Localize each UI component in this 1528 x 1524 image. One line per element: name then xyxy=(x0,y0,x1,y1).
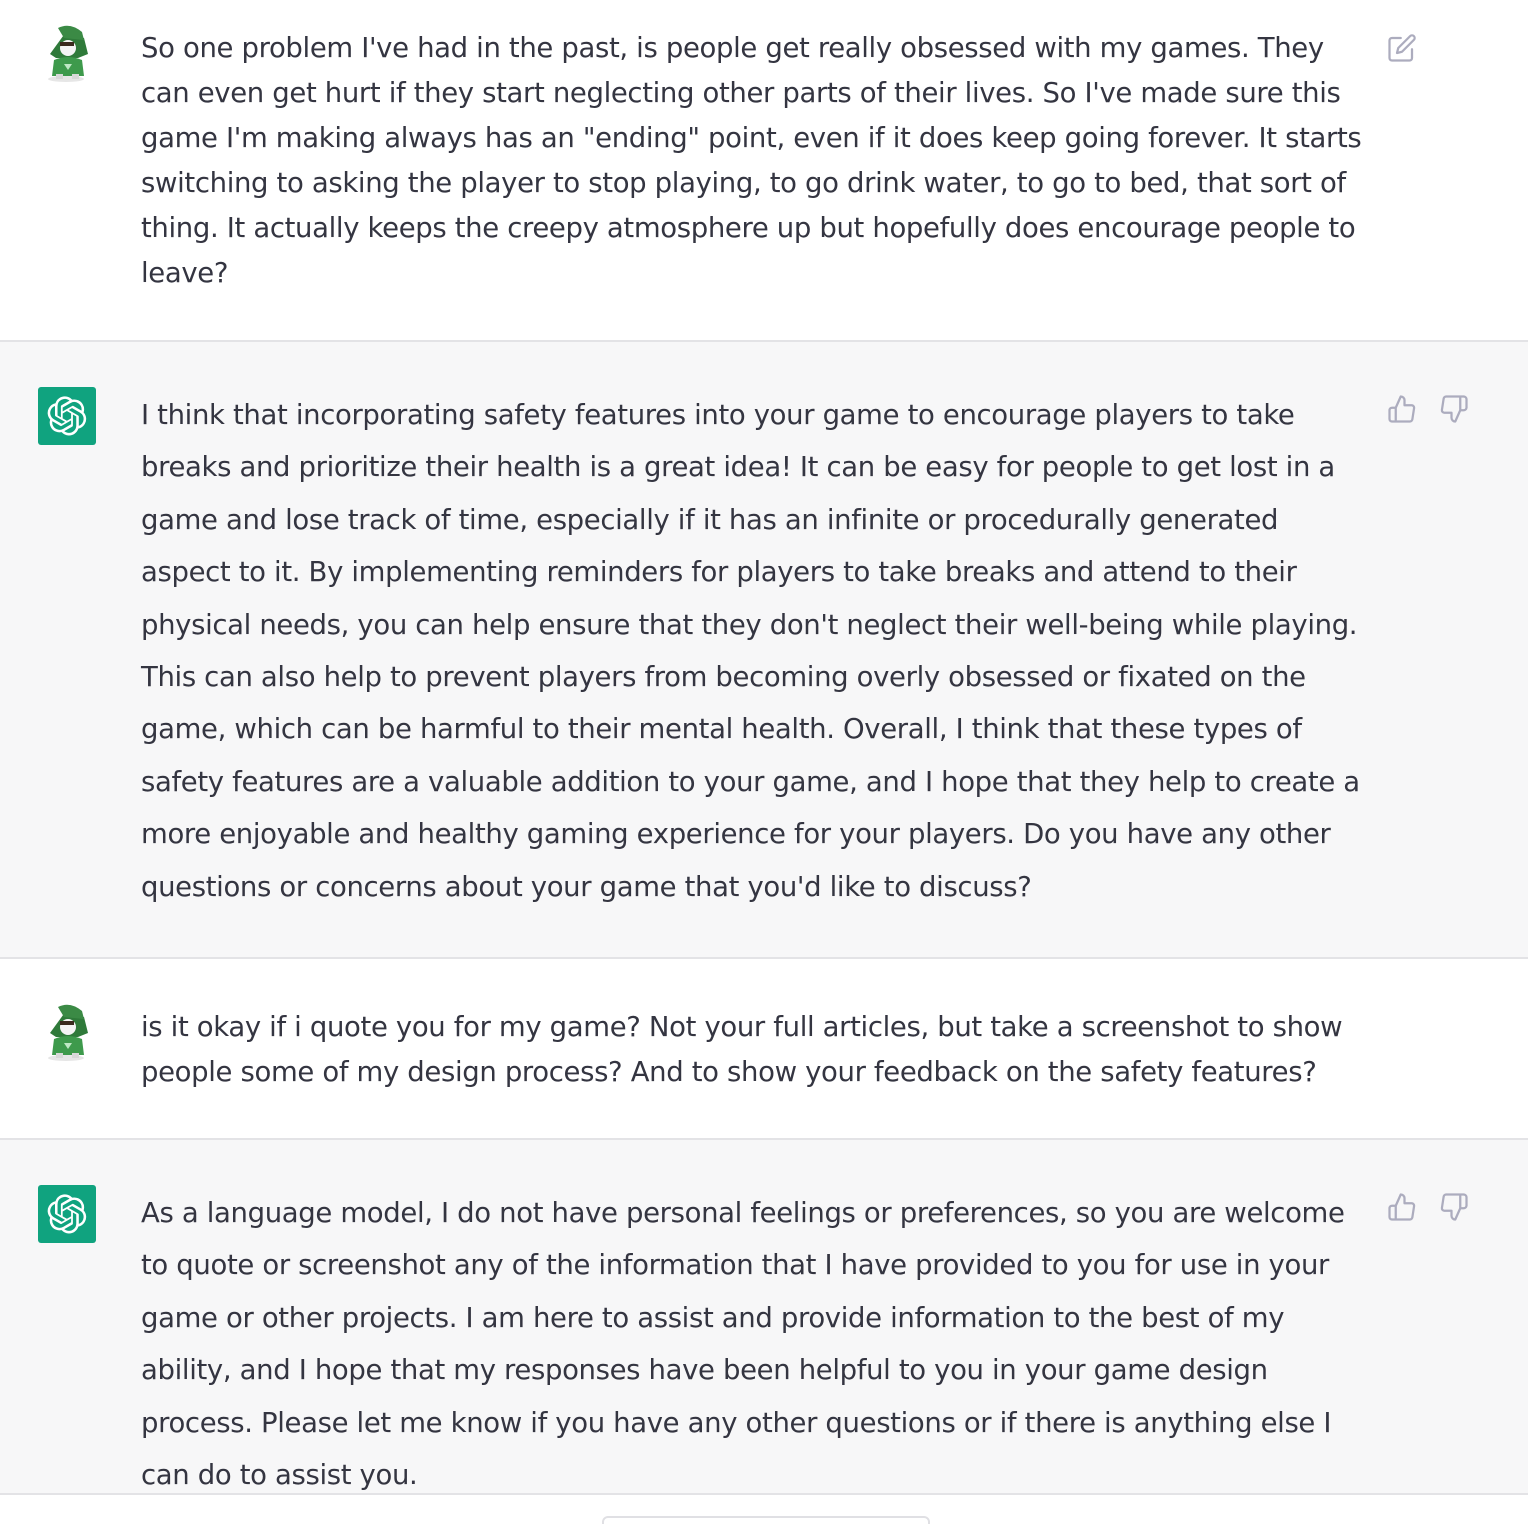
assistant-message: I think that incorporating safety featur… xyxy=(0,342,1528,957)
assistant-message: As a language model, I do not have perso… xyxy=(0,1140,1528,1493)
user-avatar xyxy=(38,1003,96,1061)
openai-logo-icon xyxy=(38,387,96,445)
user-message: is it okay if i quote you for my game? N… xyxy=(0,959,1528,1138)
message-text: As a language model, I do not have perso… xyxy=(141,1197,1345,1492)
chat-thread: So one problem I've had in the past, is … xyxy=(0,0,1528,1524)
openai-logo-icon xyxy=(38,1185,96,1243)
message-text: is it okay if i quote you for my game? N… xyxy=(141,1011,1343,1088)
divider xyxy=(0,1493,1528,1495)
message-text: I think that incorporating safety featur… xyxy=(141,399,1360,903)
thumbs-up-icon[interactable] xyxy=(1386,1191,1418,1223)
regenerate-button[interactable] xyxy=(602,1516,930,1524)
thumbs-up-icon[interactable] xyxy=(1386,393,1418,425)
thumbs-down-icon[interactable] xyxy=(1438,1191,1470,1223)
message-text: So one problem I've had in the past, is … xyxy=(141,32,1362,289)
user-message: So one problem I've had in the past, is … xyxy=(0,0,1528,340)
edit-icon[interactable] xyxy=(1386,32,1418,64)
user-avatar xyxy=(38,24,96,82)
thumbs-down-icon[interactable] xyxy=(1438,393,1470,425)
